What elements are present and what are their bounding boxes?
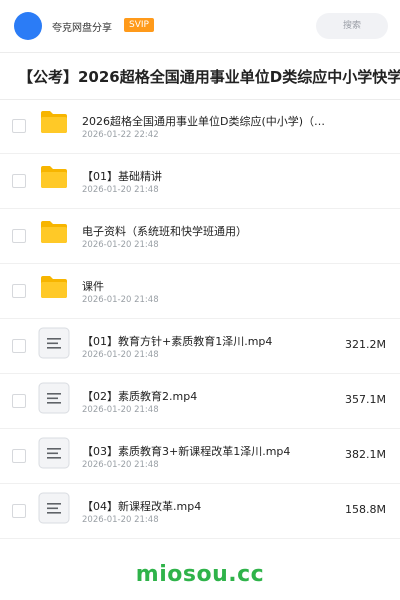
row-checkbox[interactable]: [12, 339, 26, 353]
file-date: 2026-01-20 21:48: [82, 405, 159, 415]
row-checkbox[interactable]: [12, 504, 26, 518]
file-date: 2026-01-22 22:42: [82, 130, 159, 140]
row-checkbox[interactable]: [12, 449, 26, 463]
search-button[interactable]: 搜索: [316, 13, 388, 39]
svip-badge: SVIP: [124, 18, 154, 32]
file-date: 2026-01-20 21:48: [82, 295, 159, 305]
folder-row[interactable]: 2026超格全国通用事业单位D类综应(中小学)（快学班） 2026-01-22 2…: [0, 99, 400, 154]
file-list: 2026超格全国通用事业单位D类综应(中小学)（快学班） 2026-01-22 2…: [0, 99, 400, 539]
file-date: 2026-01-20 21:48: [82, 185, 159, 195]
row-checkbox[interactable]: [12, 284, 26, 298]
row-checkbox[interactable]: [12, 174, 26, 188]
folder-icon: [40, 275, 68, 299]
folder-row[interactable]: 课件 2026-01-20 21:48: [0, 264, 400, 319]
file-name: 【02】素质教育2.mp4: [82, 390, 198, 403]
file-row[interactable]: 【04】新课程改革.mp4 2026-01-20 21:48 158.8M: [0, 484, 400, 539]
file-row[interactable]: 【02】素质教育2.mp4 2026-01-20 21:48 357.1M: [0, 374, 400, 429]
file-name: 【01】基础精讲: [82, 170, 162, 183]
folder-icon: [40, 220, 68, 244]
row-checkbox[interactable]: [12, 229, 26, 243]
file-size: 158.8M: [345, 503, 386, 516]
document-icon: [38, 382, 70, 414]
file-date: 2026-01-20 21:48: [82, 240, 159, 250]
file-size: 321.2M: [345, 338, 386, 351]
share-title-bar: 【公考】2026超格全国通用事业单位D类综应中小学快学版: [0, 52, 400, 100]
row-checkbox[interactable]: [12, 394, 26, 408]
file-size: 382.1M: [345, 448, 386, 461]
file-row[interactable]: 【01】教育方针+素质教育1泽川.mp4 2026-01-20 21:48 321.…: [0, 319, 400, 374]
app-header: 夸克网盘分享 SVIP 搜索: [0, 0, 400, 52]
file-name: 电子资料（系统班和快学班通用）: [82, 225, 247, 238]
share-title: 【公考】2026超格全国通用事业单位D类综应中小学快学版: [18, 68, 400, 86]
folder-icon: [40, 110, 68, 134]
folder-row[interactable]: 电子资料（系统班和快学班通用） 2026-01-20 21:48: [0, 209, 400, 264]
file-name: 【04】新课程改革.mp4: [82, 500, 202, 513]
document-icon: [38, 437, 70, 469]
folder-row[interactable]: 【01】基础精讲 2026-01-20 21:48: [0, 154, 400, 209]
file-date: 2026-01-20 21:48: [82, 350, 159, 360]
file-date: 2026-01-20 21:48: [82, 460, 159, 470]
avatar[interactable]: [14, 12, 42, 40]
file-date: 2026-01-20 21:48: [82, 515, 159, 525]
file-name: 【03】素质教育3+新课程改革1泽川.mp4: [82, 445, 291, 458]
watermark: miosou.cc: [135, 562, 265, 587]
share-username: 夸克网盘分享: [52, 23, 112, 34]
row-checkbox[interactable]: [12, 119, 26, 133]
file-row[interactable]: 【03】素质教育3+新课程改革1泽川.mp4 2026-01-20 21:48 38…: [0, 429, 400, 484]
file-name: 2026超格全国通用事业单位D类综应(中小学)（快学班）: [82, 115, 332, 128]
document-icon: [38, 327, 70, 359]
file-size: 357.1M: [345, 393, 386, 406]
file-name: 【01】教育方针+素质教育1泽川.mp4: [82, 335, 273, 348]
file-name: 课件: [82, 280, 104, 293]
document-icon: [38, 492, 70, 524]
folder-icon: [40, 165, 68, 189]
